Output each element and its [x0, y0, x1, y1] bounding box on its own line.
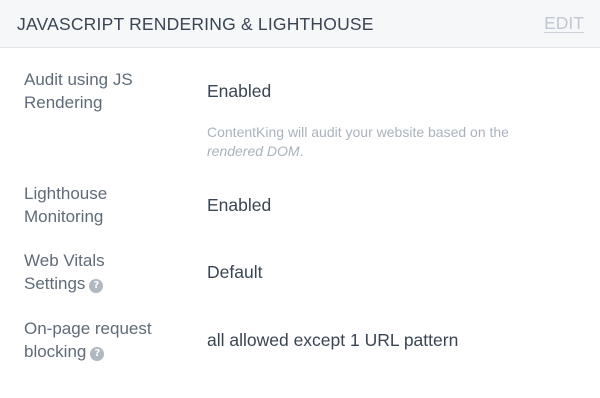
setting-label: On-page request blocking?	[24, 319, 152, 361]
setting-label: Audit using JS Rendering	[24, 70, 133, 112]
setting-description: ContentKing will audit your website base…	[207, 124, 509, 159]
settings-panel: JAVASCRIPT RENDERING & LIGHTHOUSE EDIT A…	[0, 0, 600, 398]
setting-label: Web Vitals Settings?	[24, 251, 105, 293]
question-circle-icon[interactable]: ?	[89, 279, 104, 293]
setting-value: Enabled	[207, 195, 272, 215]
setting-label: Lighthouse Monitoring	[24, 184, 108, 226]
panel-title: JAVASCRIPT RENDERING & LIGHTHOUSE	[17, 14, 374, 34]
edit-link[interactable]: EDIT	[544, 13, 584, 34]
setting-value: Default	[207, 262, 263, 282]
panel-header: JAVASCRIPT RENDERING & LIGHTHOUSE EDIT	[0, 0, 600, 48]
setting-value: all allowed except 1 URL pattern	[207, 330, 459, 350]
question-circle-icon[interactable]: ?	[90, 347, 105, 361]
setting-value: Enabled	[207, 81, 272, 101]
